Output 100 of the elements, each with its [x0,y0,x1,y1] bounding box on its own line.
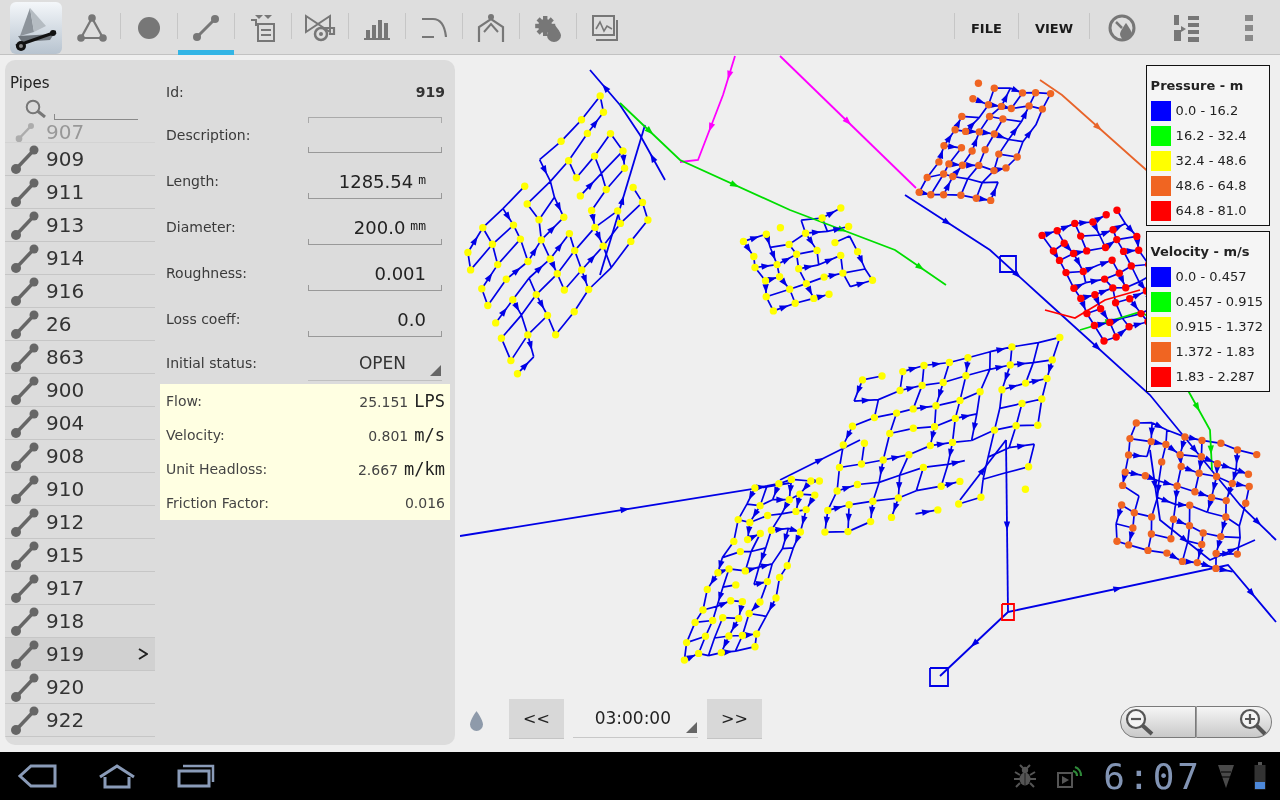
chevron-right-icon [138,648,148,660]
result-label: Flow: [166,393,202,409]
pipe-icon [10,408,40,438]
field-label: Length: [166,173,220,189]
legend-label: 48.6 - 64.8 [1175,178,1247,193]
legend-label: 32.4 - 48.6 [1175,153,1247,168]
field-label: Diameter: [166,219,237,235]
id-value: 919 [415,84,445,100]
list-title: Pipes [9,74,51,92]
battery-icon [1254,762,1266,790]
pipe-icon [10,441,40,471]
result-value: 0.016 [404,495,445,511]
pipe-list-item[interactable]: 919 [5,638,155,671]
pipe-list-item[interactable]: 922 [5,704,155,737]
pipe-icon [10,342,40,372]
field-label: Roughness: [166,265,249,281]
result-value: 0.801 m/s [368,425,445,445]
time-dropdown[interactable]: 03:00:00 [573,699,698,738]
legend-label: 1.372 - 1.83 [1175,344,1255,359]
caret-icon [430,365,441,376]
pipe-list-item[interactable]: 915 [5,539,155,572]
pipe-icon [10,639,40,669]
zoom-in-icon [1237,708,1267,736]
result-label: Unit Headloss: [166,461,268,477]
pipe-icon [10,705,40,735]
pipe-icon [10,177,40,207]
result-value: 25.151 LPS [359,391,445,411]
status-clock: 6:07 [1103,755,1202,797]
menu-button[interactable]: VIEW [1018,0,1089,55]
pipe-list-item[interactable]: 920 [5,671,155,704]
pipe-list-item[interactable]: 863 [5,341,155,374]
clock-drop-icon [1108,13,1136,42]
pipe-list-item[interactable]: 900 [5,374,155,407]
pipe-list-item[interactable]: 26 [5,308,155,341]
pipe-list-item[interactable]: 904 [5,407,155,440]
pipe-list-item[interactable]: 909 [5,143,155,176]
app-logo-icon [10,1,62,54]
legend-title: Velocity - m/s [1150,243,1251,261]
legend-label: 64.8 - 81.0 [1175,203,1247,218]
pipe-list-item[interactable]: 908 [5,440,155,473]
result-value: 2.667 m/km [357,459,445,479]
pipe-icon [10,309,40,339]
play-signal-icon [1057,764,1084,788]
pipe-icon [10,474,40,504]
pipe-icon [10,144,40,174]
back-icon[interactable] [17,764,57,788]
bug-icon [1013,764,1038,788]
pipe-icon [10,210,40,240]
pipe-list-item[interactable]: 914 [5,242,155,275]
field-label: Initial status: [166,355,258,371]
pipe-icon [10,606,40,636]
next-button[interactable]: >> [707,699,762,738]
pipe-icon [10,540,40,570]
pipe-icon [10,573,40,603]
pipe-icon [193,14,219,41]
pipe-list-item[interactable]: 916 [5,275,155,308]
legend-label: 0.0 - 16.2 [1175,103,1239,118]
zoom-out-icon [1125,708,1155,736]
menu-button[interactable]: FILE [955,0,1018,55]
field-label: Id: [166,84,185,100]
caret-icon [686,722,697,733]
status-dropdown[interactable]: OPEN [308,345,442,381]
legend-label: 0.915 - 1.372 [1175,319,1263,334]
pipe-icon [10,375,40,405]
list-arrow-icon [1172,12,1200,43]
pipe-list-item[interactable]: 917 [5,572,155,605]
signal-icon [1218,763,1234,789]
pipe-list-item[interactable]: 913 [5,209,155,242]
triangle-nodes-icon [77,13,107,42]
previous-button[interactable]: << [509,699,564,738]
pipe-icon [15,122,35,142]
overflow-menu-icon [1245,14,1253,41]
legend-label: 0.457 - 0.915 [1175,294,1263,309]
legend-label: 1.83 - 2.287 [1175,369,1255,384]
zoom-out-button[interactable] [1120,706,1196,738]
water-drop-icon [470,711,483,731]
valve-pump-icon [304,13,336,42]
gear-drop-icon [534,13,562,42]
pipe-icon [10,507,40,537]
recent-apps-icon[interactable] [177,764,215,788]
pentagon-nodes-icon [476,12,506,43]
search-icon [25,99,46,118]
home-icon[interactable] [97,763,137,789]
line-chart-icon [591,13,619,42]
pipe-icon [10,276,40,306]
pipe-list-item[interactable]: 912 [5,506,155,539]
pipe-list-item[interactable]: 910 [5,473,155,506]
pipe-list-item[interactable]: 911 [5,176,155,209]
field-label: Loss coeff: [166,311,242,327]
result-label: Friction Factor: [166,495,269,511]
pipe-icon [10,672,40,702]
pipe-icon [10,243,40,273]
legend-label: 0.0 - 0.457 [1175,269,1247,284]
result-label: Velocity: [166,427,225,443]
zoom-in-button[interactable] [1196,706,1272,738]
cabinet-icon [249,13,277,42]
curve-icon [421,16,447,39]
legend-label: 16.2 - 32.4 [1175,128,1247,143]
legend-title: Pressure - m [1150,77,1245,95]
circle-icon [138,16,160,39]
